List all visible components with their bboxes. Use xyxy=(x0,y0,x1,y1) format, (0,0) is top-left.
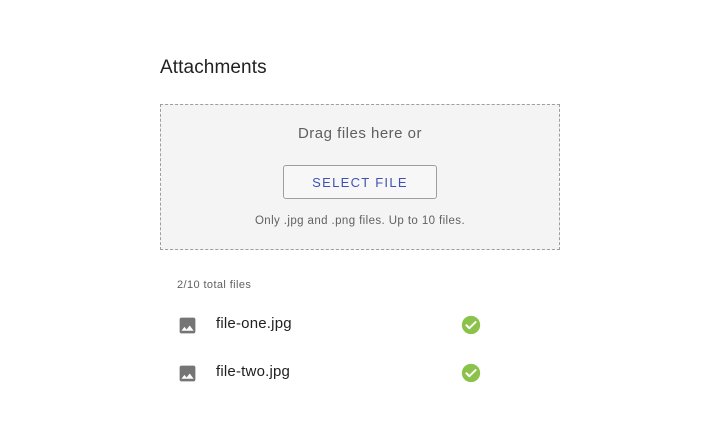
select-file-button[interactable]: SELECT FILE xyxy=(283,165,437,199)
image-icon xyxy=(179,317,196,334)
check-circle-icon xyxy=(461,363,481,383)
file-name: file-two.jpg xyxy=(216,363,291,380)
file-list-item: file-one.jpg xyxy=(177,313,487,337)
file-name: file-one.jpg xyxy=(216,315,292,332)
image-icon xyxy=(179,365,196,382)
file-list-item: file-two.jpg xyxy=(177,361,487,385)
check-circle-icon xyxy=(461,315,481,335)
file-dropzone[interactable]: Drag files here or SELECT FILE Only .jpg… xyxy=(160,104,560,250)
page-title: Attachments xyxy=(160,57,267,78)
file-count: 2/10 total files xyxy=(177,279,252,291)
dropzone-hint: Only .jpg and .png files. Up to 10 files… xyxy=(254,215,466,227)
dropzone-prompt: Drag files here or xyxy=(297,125,423,142)
attachments-panel: Attachments Drag files here or SELECT FI… xyxy=(0,0,720,442)
